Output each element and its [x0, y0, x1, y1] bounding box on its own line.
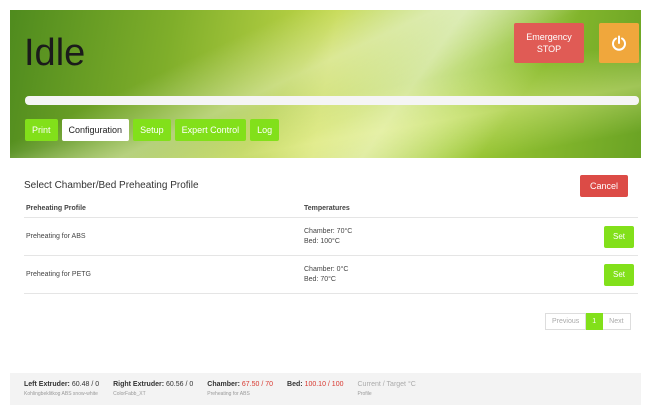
- set-profile-button[interactable]: Set: [604, 226, 634, 248]
- header-banner: Idle Emergency STOP Print Configuration …: [10, 10, 641, 158]
- bed-value: 100.10 / 100: [304, 381, 344, 388]
- bed-label: Bed:: [287, 381, 303, 388]
- right-extruder-status: Right Extruder: 60.56 / 0 ColorFabb_XT: [113, 381, 193, 405]
- right-extruder-label: Right Extruder:: [113, 381, 165, 388]
- printer-status-title: Idle: [24, 32, 86, 74]
- main-tabs: Print Configuration Setup Expert Control…: [25, 119, 280, 141]
- table-header: Preheating Profile Temperatures: [24, 200, 638, 218]
- right-extruder-value: 60.56 / 0: [166, 381, 194, 388]
- emergency-stop-button[interactable]: Emergency STOP: [514, 23, 584, 63]
- tab-setup[interactable]: Setup: [133, 119, 171, 141]
- table-row: Preheating for PETG Chamber: 0°C Bed: 70…: [24, 256, 638, 294]
- estop-label-line1: Emergency: [526, 32, 572, 42]
- chamber-temperature: Chamber: 0°C: [304, 265, 349, 273]
- bed-status: Bed: 100.10 / 100: [287, 381, 343, 405]
- temperature-legend: Current / Target °C Profile: [358, 381, 416, 405]
- profile-name: Preheating for ABS: [26, 233, 86, 240]
- power-button[interactable]: [599, 23, 639, 63]
- profile-temperatures: Chamber: 70°C Bed: 100°C: [304, 227, 564, 247]
- pagination-page-current[interactable]: 1: [586, 313, 604, 330]
- status-footer: Left Extruder: 60.48 / 0 Kohlingbeklitko…: [10, 373, 641, 405]
- left-extruder-value: 60.48 / 0: [71, 381, 100, 388]
- table-row: Preheating for ABS Chamber: 70°C Bed: 10…: [24, 218, 638, 256]
- print-progress-bar: [25, 96, 639, 105]
- tab-expert-control[interactable]: Expert Control: [174, 119, 247, 141]
- preheat-profile-table: Preheating Profile Temperatures Preheati…: [24, 200, 638, 294]
- profile-name: Preheating for PETG: [26, 271, 91, 278]
- column-header-profile: Preheating Profile: [26, 205, 86, 212]
- left-extruder-filament: Kohlingbeklitkog ABS snow-white: [24, 391, 98, 397]
- section-title: Select Chamber/Bed Preheating Profile: [24, 180, 199, 191]
- bed-temperature: Bed: 70°C: [304, 275, 336, 283]
- tab-configuration[interactable]: Configuration: [61, 119, 130, 141]
- left-extruder-label: Left Extruder:: [24, 381, 70, 388]
- pagination-previous[interactable]: Previous: [545, 313, 587, 330]
- cancel-button[interactable]: Cancel: [580, 175, 628, 197]
- power-icon: [612, 35, 626, 51]
- pagination: Previous 1 Next: [545, 313, 631, 330]
- chamber-temperature: Chamber: 70°C: [304, 227, 353, 235]
- legend-sub: Profile: [357, 391, 372, 397]
- tab-log[interactable]: Log: [250, 119, 280, 141]
- tab-print[interactable]: Print: [25, 119, 58, 141]
- profile-temperatures: Chamber: 0°C Bed: 70°C: [304, 265, 564, 285]
- column-header-temperatures: Temperatures: [304, 204, 350, 212]
- right-extruder-filament: ColorFabb_XT: [113, 391, 146, 397]
- legend-label: Current / Target °C: [357, 381, 416, 388]
- estop-label-line2: STOP: [536, 44, 562, 54]
- bed-temperature: Bed: 100°C: [304, 237, 340, 245]
- pagination-next[interactable]: Next: [603, 313, 631, 330]
- left-extruder-status: Left Extruder: 60.48 / 0 Kohlingbeklitko…: [24, 381, 99, 405]
- chamber-label: Chamber:: [207, 381, 240, 388]
- chamber-profile: Preheating for ABS: [207, 391, 250, 397]
- chamber-value: 67.50 / 70: [241, 381, 274, 388]
- set-profile-button[interactable]: Set: [604, 264, 634, 286]
- chamber-status: Chamber: 67.50 / 70 Preheating for ABS: [207, 381, 273, 405]
